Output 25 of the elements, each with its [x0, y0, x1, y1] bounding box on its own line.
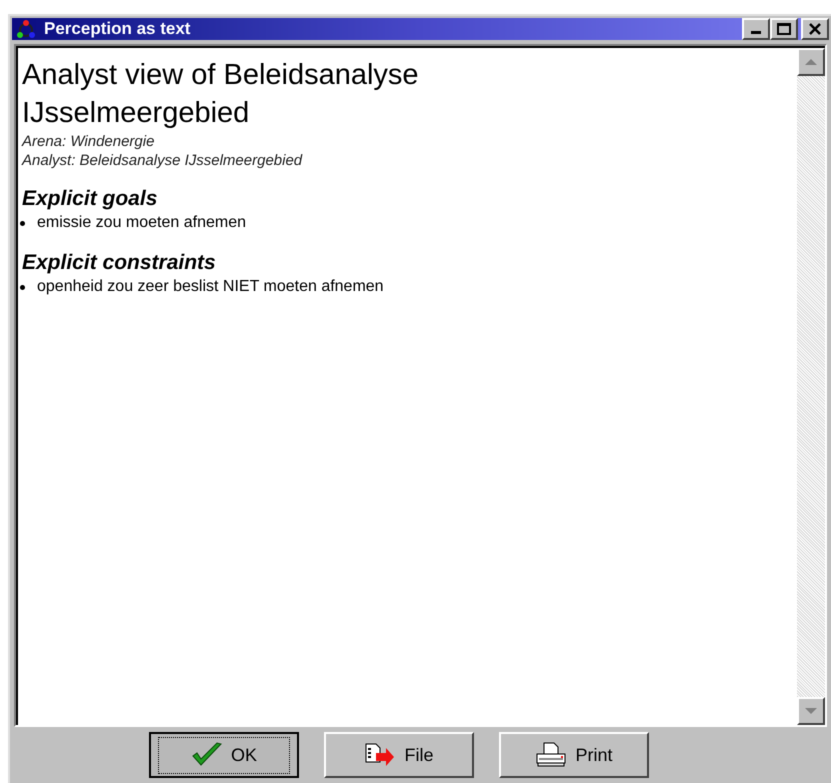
document-title: Analyst view of Beleidsanalyse IJsselmeergebied [22, 58, 420, 131]
document-meta: Arena: Windenergie [22, 132, 156, 151]
section-heading: Explicit goals [22, 186, 158, 212]
bullet-icon [20, 220, 25, 226]
maximize-button[interactable] [770, 18, 798, 40]
bullet-icon [20, 284, 25, 290]
document-arrow-icon [364, 742, 396, 768]
close-button[interactable] [801, 18, 829, 40]
checkmark-icon [190, 742, 223, 768]
down-triangle-icon [805, 707, 817, 715]
list-item: openheid zou zeer beslist NIET moeten afnemen [37, 277, 384, 297]
ok-button[interactable]: OK [149, 732, 299, 778]
close-icon [808, 23, 822, 35]
list-item: emissie zou moeten afnemen [37, 213, 246, 233]
printer-icon [535, 742, 568, 768]
document-meta: Analyst: Beleidsanalyse IJsselmeergebied [22, 151, 304, 170]
print-button[interactable]: Print [499, 732, 649, 778]
app-logo-icon [16, 19, 36, 39]
minimize-button[interactable] [742, 18, 770, 40]
file-button[interactable]: File [324, 732, 474, 778]
scroll-up-button[interactable] [797, 48, 825, 76]
section-heading: Explicit constraints [22, 250, 217, 276]
scroll-down-button[interactable] [797, 697, 825, 725]
window-title: Perception as text [44, 18, 190, 40]
up-triangle-icon [805, 58, 817, 66]
